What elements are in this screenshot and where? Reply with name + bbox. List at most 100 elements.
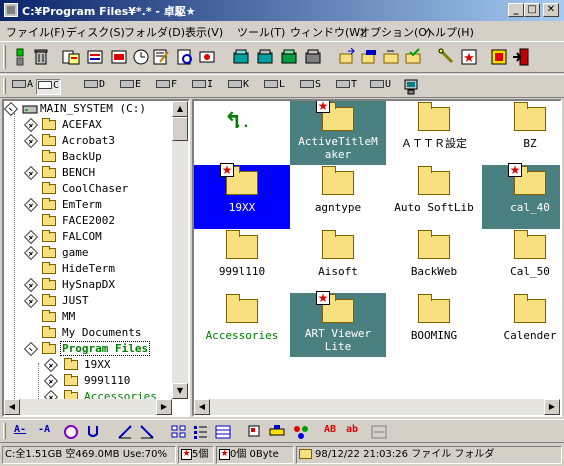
tree-item-selected[interactable]: Program Files — [4, 341, 172, 357]
clock-icon[interactable] — [132, 48, 150, 66]
close-button[interactable]: ✕ — [543, 3, 559, 17]
expand-icon[interactable] — [23, 165, 39, 181]
tree-item[interactable]: JUST — [4, 293, 172, 309]
folder-item[interactable]: Calender — [482, 293, 560, 357]
details-view-icon[interactable] — [214, 423, 232, 441]
tree-item[interactable]: MM — [4, 309, 172, 325]
tree-item[interactable]: FACE2002 — [4, 213, 172, 229]
tree-item[interactable]: ACEFAX — [4, 117, 172, 133]
folder-item[interactable]: BZ — [482, 101, 560, 165]
large-icons-view-icon[interactable] — [170, 423, 188, 441]
copy-icon[interactable] — [62, 48, 80, 66]
collapse-icon[interactable] — [23, 341, 39, 357]
drive-u-button[interactable]: U — [370, 79, 391, 95]
tile-icon[interactable] — [246, 423, 264, 441]
list-view-icon[interactable] — [192, 423, 210, 441]
folder-sync-icon[interactable] — [360, 48, 378, 66]
menu-view[interactable]: 表示(V) — [185, 24, 223, 40]
view-icon[interactable] — [176, 48, 194, 66]
tree-item[interactable]: CoolChaser — [4, 181, 172, 197]
tree-item[interactable]: BENCH — [4, 165, 172, 181]
expand-icon[interactable] — [23, 277, 39, 293]
menu-window[interactable]: ウィンドウ(W) — [290, 24, 364, 40]
drive-a-button[interactable]: A — [12, 79, 33, 95]
tree-child-item[interactable]: 999l110 — [4, 373, 172, 389]
expand-icon[interactable] — [43, 357, 59, 373]
expand-icon[interactable] — [23, 229, 39, 245]
tree-item[interactable]: BackUp — [4, 149, 172, 165]
minimize-button[interactable]: _ — [508, 3, 524, 17]
drive-toolbar-grip[interactable] — [3, 78, 6, 94]
collapse-icon[interactable] — [4, 101, 19, 117]
folder-tree-pane[interactable]: MAIN_SYSTEM (C:) ACEFAX Acrobat3 BackUp … — [2, 99, 190, 417]
drive-e-button[interactable]: E — [120, 79, 141, 95]
sort-icon[interactable] — [116, 423, 134, 441]
scroll-thumb[interactable] — [172, 117, 188, 141]
folder-item[interactable]: BackWeb — [386, 229, 482, 293]
scroll-up-button[interactable]: ▲ — [172, 101, 188, 117]
tree-item[interactable]: HySnapDX — [4, 277, 172, 293]
folder-check-icon[interactable] — [404, 48, 422, 66]
expand-icon[interactable] — [23, 245, 39, 261]
tree-root[interactable]: MAIN_SYSTEM (C:) — [4, 101, 172, 117]
drive-f-button[interactable]: F — [156, 79, 177, 95]
tree-child-item[interactable]: 19XX — [4, 357, 172, 373]
menu-disk[interactable]: ディスク(S) — [66, 24, 125, 40]
scroll-left-button[interactable]: ◀ — [4, 399, 20, 415]
folder-item-selected[interactable]: ★ 19XX — [194, 163, 290, 229]
tree-item[interactable]: FALCOM — [4, 229, 172, 245]
file-horizontal-scrollbar[interactable]: ◀ ▶ — [194, 399, 560, 415]
tree-item[interactable]: HideTerm — [4, 261, 172, 277]
expand-icon[interactable] — [23, 197, 39, 213]
tree-vertical-scrollbar[interactable]: ▲ ▼ — [172, 101, 188, 399]
folder-item[interactable]: ＡＴＴＲ設定 — [386, 101, 482, 165]
font-increase-button[interactable]: -A — [38, 424, 50, 440]
expand-icon[interactable] — [23, 133, 39, 149]
folder-item[interactable]: Accessories — [194, 293, 290, 357]
filter-icon[interactable] — [268, 423, 286, 441]
expand-icon[interactable] — [23, 293, 39, 309]
network-neighborhood-icon[interactable] — [402, 78, 420, 96]
disabled-tool-icon[interactable] — [370, 423, 388, 441]
lowercase-button[interactable]: ab — [346, 424, 358, 440]
folder-item[interactable]: Cal_50 — [482, 229, 560, 293]
folder-item[interactable]: Auto SoftLib — [386, 165, 482, 229]
app-icon[interactable] — [4, 3, 18, 17]
scroll-left-button[interactable]: ◀ — [194, 399, 210, 415]
edit-icon[interactable] — [152, 48, 170, 66]
expand-icon[interactable] — [23, 117, 39, 133]
folder-new-icon[interactable] — [382, 48, 400, 66]
maximize-button[interactable]: □ — [524, 3, 540, 17]
expand-icon[interactable] — [43, 373, 59, 389]
move-icon[interactable] — [86, 48, 104, 66]
unpack-icon[interactable] — [256, 48, 274, 66]
drive-l-button[interactable]: L — [264, 79, 285, 95]
drive-t-button[interactable]: T — [336, 79, 357, 95]
menu-tools[interactable]: ツール(T) — [237, 24, 285, 40]
tree-item[interactable]: Acrobat3 — [4, 133, 172, 149]
menu-file[interactable]: ファイル(F) — [6, 24, 65, 40]
folder-item[interactable]: ★ cal_40 — [482, 163, 560, 229]
underline-u-icon[interactable] — [84, 423, 102, 441]
folder-item[interactable]: 999l110 — [194, 229, 290, 293]
parent-folder-item[interactable]: ↰ .. — [194, 101, 290, 165]
tree-item[interactable]: game — [4, 245, 172, 261]
color-icon[interactable] — [292, 423, 310, 441]
folder-jump-icon[interactable] — [338, 48, 356, 66]
drive-s-button[interactable]: S — [300, 79, 321, 95]
archive-icon[interactable] — [280, 48, 298, 66]
wand-icon[interactable] — [438, 48, 456, 66]
toolbar-grip[interactable] — [3, 45, 6, 69]
menu-options[interactable]: オプション(O) — [359, 24, 431, 40]
folder-item[interactable]: ★ ActiveTitleM aker — [290, 101, 386, 165]
sort-reverse-icon[interactable] — [138, 423, 156, 441]
attributes-icon[interactable] — [198, 48, 216, 66]
refresh-icon[interactable] — [490, 48, 508, 66]
pack-icon[interactable] — [232, 48, 250, 66]
folder-item[interactable]: ★ ART Viewer Lite — [290, 291, 386, 357]
uppercase-button[interactable]: AB — [324, 424, 336, 440]
folder-item[interactable]: BOOMING — [386, 293, 482, 357]
mark-icon[interactable]: ★ — [460, 48, 478, 66]
drive-i-button[interactable]: I — [192, 79, 213, 95]
scroll-right-button[interactable]: ▶ — [156, 399, 172, 415]
